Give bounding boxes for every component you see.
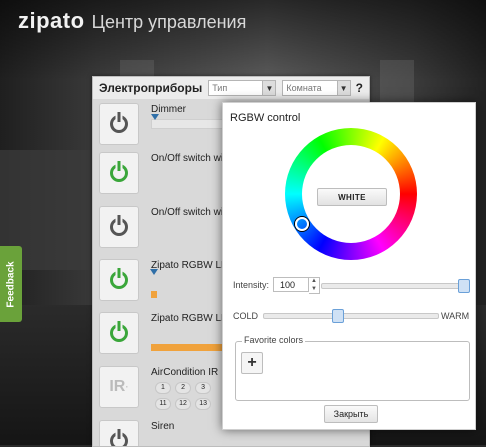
power-button[interactable]: [99, 259, 139, 301]
ir-button[interactable]: 2: [175, 382, 192, 394]
feedback-tab[interactable]: Feedback: [0, 246, 22, 322]
plus-icon: +: [247, 354, 257, 371]
white-button[interactable]: WHITE: [317, 188, 387, 206]
stepper-up-icon[interactable]: ▲: [309, 278, 319, 286]
dialog-title: RGBW control: [230, 112, 301, 124]
intensity-slider[interactable]: [321, 279, 470, 293]
ir-signal-icon: ·: [125, 381, 129, 393]
favorite-colors-label: Favorite colors: [242, 335, 306, 345]
page-title: Центр управления: [91, 12, 247, 32]
close-button[interactable]: Закрыть: [324, 405, 378, 423]
rgbw-dialog: RGBW control WHITE Intensity: 100 ▲ ▼ CO…: [222, 102, 476, 430]
slider-marker-icon: [151, 114, 159, 120]
power-button[interactable]: [99, 103, 139, 145]
color-picker-handle[interactable]: [295, 217, 309, 231]
cold-label: COLD: [233, 311, 259, 321]
type-filter-select[interactable]: Тип ▼: [208, 80, 277, 96]
temperature-slider[interactable]: [263, 309, 439, 323]
feedback-label: Feedback: [5, 260, 17, 308]
panel-header: Электроприборы Тип ▼ Комната ▼ ?: [93, 77, 369, 99]
panel-title: Электроприборы: [99, 81, 203, 95]
power-button[interactable]: [99, 312, 139, 354]
intensity-slider-thumb[interactable]: [458, 279, 470, 293]
level-bar: [151, 291, 157, 298]
power-button[interactable]: [99, 420, 139, 446]
power-button[interactable]: [99, 206, 139, 248]
device-name: Zipato RGBW LE: [151, 260, 228, 271]
ir-button[interactable]: 13: [195, 398, 212, 410]
power-icon: [110, 218, 128, 236]
ir-buttons: 1 2 3 11 12 13: [155, 380, 225, 412]
device-name: Zipato RGBW LE: [151, 313, 228, 324]
rgbw-slider[interactable]: [150, 269, 159, 283]
zipato-logo: zipato: [18, 8, 85, 33]
ir-button[interactable]: 12: [175, 398, 192, 410]
power-button[interactable]: [99, 152, 139, 194]
ir-logo: IR: [109, 378, 126, 395]
chevron-down-icon: ▼: [336, 81, 350, 95]
add-color-button[interactable]: +: [241, 352, 263, 374]
help-icon[interactable]: ?: [356, 81, 363, 95]
chevron-down-icon: ▼: [262, 81, 276, 95]
room-filter-select[interactable]: Комната ▼: [282, 80, 351, 96]
ir-button[interactable]: 3: [195, 382, 212, 394]
device-name: AirCondition IR: [151, 367, 219, 378]
intensity-stepper[interactable]: ▲ ▼: [309, 277, 320, 294]
header: zipato Центр управления: [18, 8, 246, 34]
intensity-input[interactable]: 100: [273, 277, 309, 292]
power-icon: [110, 164, 128, 182]
ir-button[interactable]: 1: [155, 382, 171, 394]
ir-remote-icon[interactable]: IR ·: [99, 366, 139, 408]
stepper-down-icon[interactable]: ▼: [309, 286, 319, 294]
favorite-colors-box: Favorite colors +: [235, 335, 470, 401]
type-filter-value: Тип: [212, 83, 228, 93]
power-icon: [110, 324, 128, 342]
device-name: On/Off switch wi: [151, 153, 224, 164]
power-icon: [110, 115, 128, 133]
slider-marker-icon: [150, 269, 158, 275]
intensity-label: Intensity:: [233, 280, 270, 290]
ir-button[interactable]: 11: [155, 398, 171, 410]
device-name: On/Off switch wi: [151, 207, 224, 218]
power-icon: [110, 271, 128, 289]
room-filter-value: Комната: [286, 83, 322, 93]
device-name: Siren: [151, 421, 175, 432]
warm-label: WARM: [441, 311, 470, 321]
temperature-slider-thumb[interactable]: [332, 309, 345, 323]
